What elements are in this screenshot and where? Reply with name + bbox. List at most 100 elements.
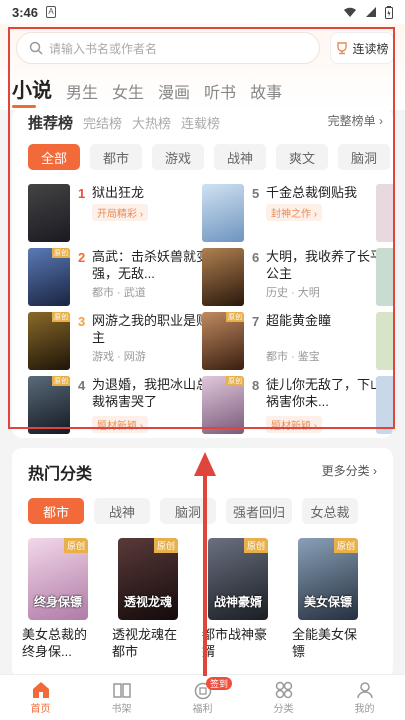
- book-cover: [376, 248, 393, 306]
- category-book[interactable]: 原创 透视龙魂 透视龙魂在都市: [108, 538, 182, 660]
- nav-welfare[interactable]: 签到 福利: [162, 675, 243, 720]
- ranked-book[interactable]: 6 大明，我收养了长平公主 历史 · 大明: [202, 248, 383, 310]
- rank-number: 1: [78, 186, 86, 201]
- book-title: 千金总裁倒贴我: [266, 185, 358, 200]
- nav-label: 书架: [111, 704, 132, 715]
- bottom-nav: 首页 书架 签到 福利 分类 我的: [0, 674, 405, 720]
- nav-bookshelf[interactable]: 书架: [81, 675, 162, 720]
- rank-number: 3: [78, 314, 86, 329]
- nav-category[interactable]: 分类: [243, 675, 324, 720]
- rank-number: 8: [252, 378, 260, 393]
- ranked-book[interactable]: 原创 8 徒儿你无敌了，下山祸害你未... 题材新颖 ›: [202, 376, 383, 438]
- chip-satisfying[interactable]: 爽文: [276, 144, 328, 170]
- rank-number: 7: [252, 314, 260, 329]
- book-title: 透视龙魂在都市: [112, 627, 178, 659]
- battery-icon: [385, 5, 393, 19]
- book-cover: 原创 美女保镖: [298, 538, 358, 620]
- book-cover: 原创: [28, 376, 70, 434]
- book-cover: [376, 376, 393, 434]
- rank-number: 4: [78, 378, 86, 393]
- nav-label: 福利: [192, 704, 213, 715]
- search-icon: [29, 41, 43, 55]
- book-title: 美女总裁的终身保...: [22, 627, 88, 659]
- genre-chips: 全部 都市 游戏 战神 爽文 脑洞: [28, 144, 390, 170]
- ranked-book[interactable]: 1 狱出狂龙 开局精彩 ›: [28, 184, 203, 246]
- checkin-badge: 签到: [206, 677, 233, 690]
- wifi-icon: [344, 7, 356, 17]
- book-meta: 历史 · 大明: [266, 287, 320, 299]
- chip-war-god[interactable]: 战神: [214, 144, 266, 170]
- hot-genre-chips: 都市 战神 脑洞 强者回归 女总裁: [28, 498, 358, 524]
- ranked-book[interactable]: 原创 4 为退婚，我把冰山总裁祸害哭了 题材新颖 ›: [28, 376, 209, 438]
- ranking-tabs: 推荐榜 完结榜 大热榜 连载榜: [28, 112, 220, 133]
- book-title: 网游之我的职业是财主: [92, 313, 210, 345]
- chip-female-ceo[interactable]: 女总裁: [302, 498, 358, 524]
- book-cover: [28, 184, 70, 242]
- book-cover: 原创 终身保镖: [28, 538, 88, 620]
- book-cover: [202, 248, 244, 306]
- tab-female[interactable]: 女生: [112, 79, 144, 103]
- tab-finished-rank[interactable]: 完结榜: [83, 113, 122, 132]
- tab-story[interactable]: 故事: [250, 79, 282, 103]
- rank-number: 5: [252, 186, 260, 201]
- book-cover: [376, 312, 393, 370]
- tab-male[interactable]: 男生: [66, 79, 98, 103]
- tab-recommend-rank[interactable]: 推荐榜: [28, 112, 73, 133]
- original-tag: 原创: [243, 538, 268, 553]
- ranked-book[interactable]: 原创 2 高武：击杀妖兽就变强，无敌... 都市 · 武道: [28, 248, 209, 310]
- nav-label: 首页: [30, 704, 51, 715]
- book-meta: 都市 · 鉴宝: [266, 351, 320, 363]
- signal-icon: [366, 7, 376, 17]
- book-tag: 开局精彩 ›: [92, 204, 149, 221]
- book-cover: 原创: [28, 248, 70, 306]
- chip-game[interactable]: 游戏: [152, 144, 204, 170]
- rank-number: 6: [252, 250, 260, 265]
- category-book[interactable]: 原创 美女保镖 全能美女保镖: [288, 538, 362, 660]
- category-book[interactable]: 原创 终身保镖 美女总裁的终身保...: [18, 538, 92, 660]
- ranked-book[interactable]: 5 千金总裁倒贴我 封神之作 ›: [202, 184, 377, 246]
- book-meta: 游戏 · 网游: [92, 351, 146, 363]
- ranked-book[interactable]: 原创 7 超能黄金瞳 都市 · 鉴宝: [202, 312, 377, 374]
- book-title: 全能美女保镖: [292, 627, 358, 659]
- search-placeholder: 请输入书名或作者名: [49, 41, 158, 56]
- book-cover: [376, 184, 393, 242]
- read-rank-button[interactable]: 连读榜: [330, 32, 394, 64]
- profile-icon: [356, 682, 373, 699]
- search-input[interactable]: 请输入书名或作者名: [16, 32, 320, 64]
- book-title: 大明，我收养了长平公主: [266, 249, 384, 281]
- cover-title: 战神豪婿: [213, 595, 262, 609]
- tab-serial-rank[interactable]: 连载榜: [181, 113, 220, 132]
- more-categories-link[interactable]: 更多分类 ›: [322, 462, 377, 479]
- tab-novel[interactable]: 小说: [12, 74, 52, 108]
- original-tag: 原创: [333, 538, 358, 553]
- section-title: 热门分类: [28, 466, 93, 483]
- status-time: 3:46: [12, 4, 39, 20]
- chip-strong-return[interactable]: 强者回归: [226, 498, 292, 524]
- tab-audiobook[interactable]: 听书: [204, 79, 236, 103]
- cover-title: 终身保镖: [33, 595, 82, 609]
- chip-war-god[interactable]: 战神: [94, 498, 150, 524]
- top-bar: 请输入书名或作者名 连读榜 小说 男生 女生 漫画 听书 故事: [0, 24, 405, 110]
- category-book[interactable]: 原创 战神豪婿 都市战神豪婿: [198, 538, 272, 660]
- category-tabs: 小说 男生 女生 漫画 听书 故事: [12, 74, 282, 108]
- ranked-book[interactable]: 原创 3 网游之我的职业是财主 游戏 · 网游: [28, 312, 209, 374]
- home-icon: [32, 682, 49, 698]
- book-title: 都市战神豪婿: [202, 627, 268, 659]
- chip-urban[interactable]: 都市: [28, 498, 84, 524]
- book-title: 超能黄金瞳: [266, 313, 332, 328]
- book-tag: 封神之作 ›: [266, 204, 323, 221]
- nav-home[interactable]: 首页: [0, 675, 81, 720]
- tab-hot-rank[interactable]: 大热榜: [132, 113, 171, 132]
- nav-label: 分类: [273, 704, 294, 715]
- rank-number: 2: [78, 250, 86, 265]
- chip-all[interactable]: 全部: [28, 144, 80, 170]
- book-cover: 原创 透视龙魂: [118, 538, 178, 620]
- book-cover: 原创: [28, 312, 70, 370]
- chip-brain-hole[interactable]: 脑洞: [338, 144, 390, 170]
- chip-brain-hole[interactable]: 脑洞: [160, 498, 216, 524]
- tab-comic[interactable]: 漫画: [158, 79, 190, 103]
- book-cover: 原创: [202, 312, 244, 370]
- full-rank-link[interactable]: 完整榜单 ›: [328, 112, 383, 129]
- nav-profile[interactable]: 我的: [324, 675, 405, 720]
- chip-urban[interactable]: 都市: [90, 144, 142, 170]
